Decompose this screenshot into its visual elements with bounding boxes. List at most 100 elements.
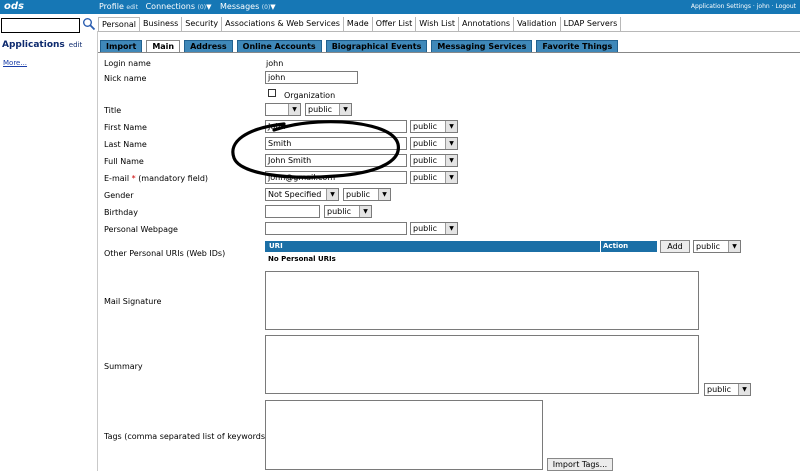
user-name[interactable]: john [757, 3, 770, 10]
birthday-input[interactable] [265, 205, 320, 218]
uris-visibility-value: public [696, 242, 721, 251]
summary-textarea[interactable] [265, 335, 699, 394]
chevron-down-icon: ▼ [445, 172, 457, 183]
uri-table-header: URI Action [265, 241, 657, 252]
chevron-down-icon: ▼ [378, 189, 390, 200]
tab-associations[interactable]: Associations & Web Services [222, 17, 344, 31]
webpage-label: Personal Webpage [104, 225, 178, 234]
email-label: E-mail * (mandatory field) [104, 174, 208, 183]
top-right-links: Application Settings · john · Logout [691, 3, 796, 10]
full-name-label: Full Name [104, 157, 144, 166]
title-visibility-value: public [308, 105, 333, 114]
import-tags-button[interactable]: Import Tags... [547, 458, 613, 471]
applications-edit-link[interactable]: edit [69, 41, 82, 49]
webpage-visibility-select[interactable]: public ▼ [410, 222, 458, 235]
tab-security[interactable]: Security [182, 17, 223, 31]
tab-ldap-servers[interactable]: LDAP Servers [561, 17, 622, 31]
action-column-header: Action [603, 242, 629, 250]
tab-offer-list[interactable]: Offer List [373, 17, 417, 31]
search-input[interactable] [1, 18, 80, 33]
summary-visibility-select[interactable]: public ▼ [704, 383, 751, 396]
webpage-input[interactable] [265, 222, 407, 235]
first-name-input[interactable]: John [265, 120, 407, 133]
full-name-visibility-select[interactable]: public ▼ [410, 154, 458, 167]
chevron-down-icon: ▼ [445, 138, 457, 149]
sub-tabs-divider [98, 52, 800, 53]
application-settings-link[interactable]: Application Settings [691, 3, 751, 10]
chevron-down-icon: ▼ [738, 384, 750, 395]
webpage-visibility-value: public [413, 224, 438, 233]
gender-visibility-select[interactable]: public ▼ [343, 188, 391, 201]
chevron-down-icon: ▼ [339, 104, 351, 115]
first-name-visibility-value: public [413, 122, 438, 131]
title-select[interactable]: ▼ [265, 103, 301, 116]
chevron-down-icon: ▼ [445, 121, 457, 132]
other-uris-label: Other Personal URIs (Web IDs) [104, 249, 226, 258]
no-uris-text: No Personal URIs [268, 255, 336, 263]
gender-select-value: Not Specified [268, 190, 322, 199]
title-label: Title [104, 106, 122, 115]
uris-visibility-select[interactable]: public ▼ [693, 240, 741, 253]
gender-visibility-value: public [346, 190, 371, 199]
search-icon[interactable] [82, 17, 96, 31]
more-link[interactable]: More... [3, 59, 27, 67]
login-name-label: Login name [104, 59, 151, 68]
email-visibility-value: public [413, 173, 438, 182]
messages-menu[interactable]: Messages [220, 2, 259, 11]
nick-name-label: Nick name [104, 74, 147, 83]
chevron-down-icon: ▼ [445, 155, 457, 166]
last-name-label: Last Name [104, 140, 147, 149]
top-bar: ods Profile edit Connections (0)▼ Messag… [0, 0, 800, 14]
tab-validation[interactable]: Validation [514, 17, 561, 31]
tab-wish-list[interactable]: Wish List [416, 17, 460, 31]
tab-business[interactable]: Business [140, 17, 183, 31]
chevron-down-icon: ▼ [728, 241, 740, 252]
chevron-down-icon: ▼ [326, 189, 338, 200]
mail-signature-label: Mail Signature [104, 297, 162, 306]
birthday-visibility-select[interactable]: public ▼ [324, 205, 372, 218]
separator: · [752, 3, 755, 10]
tags-textarea[interactable] [265, 400, 543, 470]
logout-link[interactable]: Logout [775, 3, 796, 10]
tab-made[interactable]: Made [344, 17, 373, 31]
tab-personal[interactable]: Personal [98, 17, 141, 31]
full-name-input[interactable]: John Smith [265, 154, 407, 167]
email-label-text: E-mail [104, 174, 130, 183]
last-name-visibility-select[interactable]: public ▼ [410, 137, 458, 150]
email-visibility-select[interactable]: public ▼ [410, 171, 458, 184]
first-name-visibility-select[interactable]: public ▼ [410, 120, 458, 133]
nick-name-input[interactable]: john [265, 71, 358, 84]
login-name-value: john [266, 59, 284, 68]
chevron-down-icon[interactable]: ▼ [270, 3, 275, 11]
sidebar-divider [97, 31, 98, 471]
tab-annotations[interactable]: Annotations [459, 17, 515, 31]
top-nav: Profile edit Connections (0)▼ Messages (… [99, 2, 282, 11]
connections-count: (0) [197, 4, 207, 11]
profile-menu[interactable]: Profile [99, 2, 124, 11]
separator: · [771, 3, 774, 10]
applications-title: Applications [2, 40, 65, 50]
add-uri-button[interactable]: Add [660, 240, 690, 253]
chevron-down-icon: ▼ [359, 206, 371, 217]
last-name-input[interactable]: Smith [265, 137, 407, 150]
email-input[interactable]: john@gmail.com [265, 171, 407, 184]
title-visibility-select[interactable]: public ▼ [305, 103, 352, 116]
uri-column-header: URI [269, 242, 283, 250]
main-tabs: Personal Business Security Associations … [98, 17, 622, 31]
summary-label: Summary [104, 362, 143, 371]
chevron-down-icon[interactable]: ▼ [206, 3, 211, 11]
profile-edit-link[interactable]: edit [126, 4, 138, 11]
gender-select[interactable]: Not Specified ▼ [265, 188, 339, 201]
organization-label: Organization [284, 91, 336, 100]
chevron-down-icon: ▼ [288, 104, 300, 115]
connections-menu[interactable]: Connections [146, 2, 195, 11]
birthday-label: Birthday [104, 208, 138, 217]
ods-logo: ods [4, 1, 24, 12]
column-divider [600, 241, 601, 252]
main-tabs-divider [98, 31, 800, 32]
last-name-visibility-value: public [413, 139, 438, 148]
organization-checkbox[interactable] [268, 89, 276, 97]
required-mark: * [131, 174, 136, 183]
mail-signature-textarea[interactable] [265, 271, 699, 330]
gender-label: Gender [104, 191, 134, 200]
